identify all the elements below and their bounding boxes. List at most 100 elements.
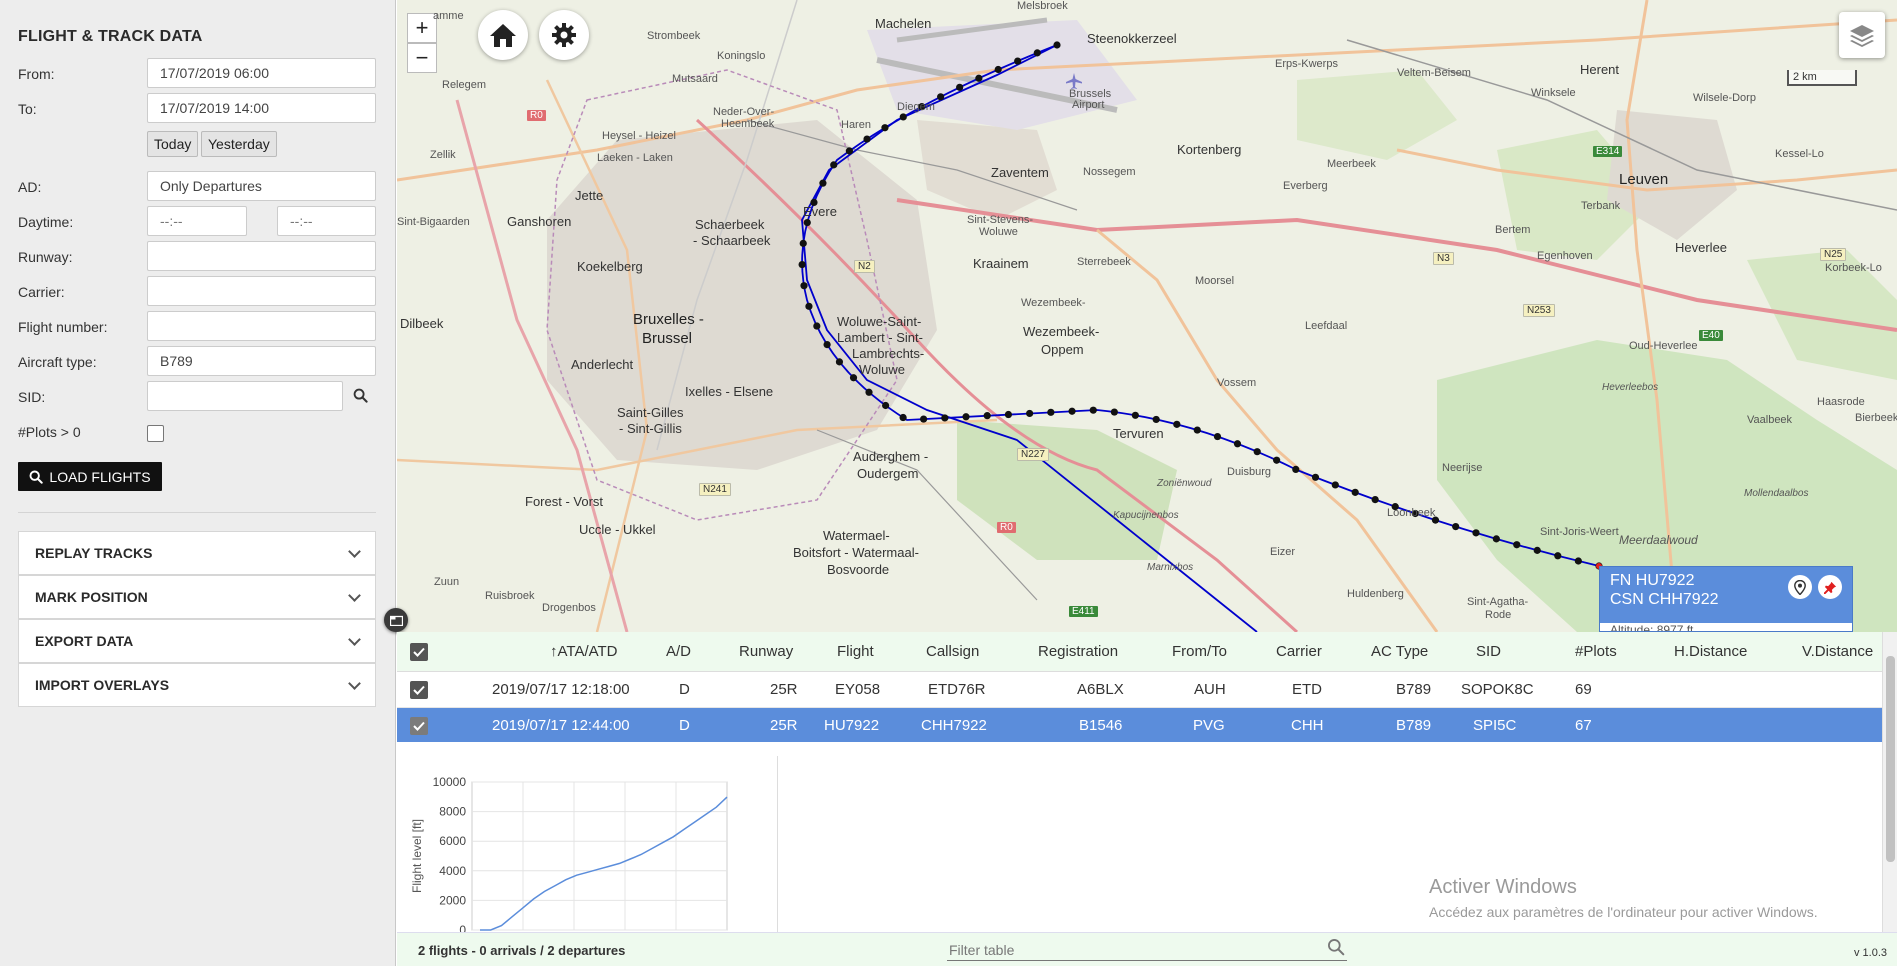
accordion-export-data[interactable]: EXPORT DATA [18, 619, 376, 663]
col-ac-type[interactable]: AC Type [1371, 632, 1428, 671]
col-h-distance[interactable]: H.Distance [1674, 632, 1747, 671]
track-plot-point[interactable] [865, 388, 873, 396]
from-input[interactable]: 17/07/2019 06:00 [147, 58, 376, 88]
track-plot-point[interactable] [881, 124, 889, 132]
load-flights-button[interactable]: LOAD FLIGHTS [18, 462, 162, 491]
col-registration[interactable]: Registration [1038, 632, 1118, 671]
track-plot-point[interactable] [956, 83, 964, 91]
search-icon[interactable] [1327, 938, 1345, 956]
track-plot-point[interactable] [1053, 41, 1061, 49]
track-plot-point[interactable] [798, 260, 806, 269]
accordion-replay-tracks[interactable]: REPLAY TRACKS [18, 531, 376, 575]
pin-button[interactable] [1818, 575, 1842, 599]
col-carrier[interactable]: Carrier [1276, 632, 1322, 671]
track-plot-point[interactable] [849, 374, 858, 382]
col-from-to[interactable]: From/To [1172, 632, 1227, 671]
track-plot-point[interactable] [863, 135, 871, 143]
track-plot-point[interactable] [1292, 465, 1300, 473]
track-plot-point[interactable] [1311, 473, 1320, 481]
track-plot-point[interactable] [1026, 409, 1034, 418]
col-plots[interactable]: #Plots [1575, 632, 1617, 671]
col-ad[interactable]: A/D [666, 632, 691, 671]
track-plot-point[interactable] [1014, 57, 1022, 65]
track-plot-point[interactable] [1371, 495, 1379, 504]
track-plot-point[interactable] [920, 415, 928, 423]
ad-select[interactable]: Only Departures [147, 171, 376, 201]
col-callsign[interactable]: Callsign [926, 632, 979, 671]
track-plot-point[interactable] [1452, 522, 1460, 531]
track-plot-point[interactable] [1089, 406, 1097, 414]
track-plot-point[interactable] [1492, 535, 1500, 543]
col-sid[interactable]: SID [1476, 632, 1501, 671]
track-plot-point[interactable] [1574, 557, 1582, 565]
track-plot-point[interactable] [813, 322, 821, 330]
track-plot-point[interactable] [1193, 426, 1201, 434]
track-plot-point[interactable] [830, 161, 838, 169]
track-plot-point[interactable] [975, 74, 983, 82]
track-plot-point[interactable] [941, 414, 949, 422]
scrollbar-thumb[interactable] [1886, 656, 1895, 862]
track-plot-point[interactable] [1110, 408, 1118, 416]
col-v-distance[interactable]: V.Distance [1802, 632, 1873, 671]
zoom-out-button[interactable]: − [407, 43, 437, 73]
filter-table-input[interactable]: Filter table [947, 939, 1347, 961]
track-plot-point[interactable] [1472, 529, 1480, 537]
layers-button[interactable] [1839, 12, 1885, 58]
track-plot-point[interactable] [1173, 420, 1181, 428]
track-plot-point[interactable] [1068, 407, 1076, 415]
track-plot-point[interactable] [1004, 410, 1013, 419]
yesterday-button[interactable]: Yesterday [201, 131, 277, 157]
track-plot-point[interactable] [1554, 552, 1562, 560]
today-button[interactable]: Today [147, 131, 199, 157]
track-plot-point[interactable] [1152, 415, 1160, 424]
table-row[interactable]: 2019/07/17 12:18:00 D 25R EY058 ETD76R A… [397, 672, 1882, 708]
col-flight[interactable]: Flight [837, 632, 874, 671]
home-button[interactable] [478, 10, 528, 60]
track-plot-point[interactable] [799, 239, 807, 247]
carrier-input[interactable] [147, 276, 376, 306]
track-plot-point[interactable] [899, 413, 907, 422]
track-plot-point[interactable] [835, 358, 844, 366]
collapse-panel-button[interactable] [384, 608, 408, 632]
track-plot-point[interactable] [819, 179, 827, 187]
track-plot-point[interactable] [845, 147, 854, 155]
track-plot-point[interactable] [1513, 541, 1521, 549]
plots-checkbox[interactable] [147, 425, 164, 442]
track-plot-point[interactable] [1351, 488, 1359, 496]
track-plot-point[interactable] [1273, 456, 1281, 464]
track-plot-point[interactable] [1033, 49, 1041, 57]
map-view[interactable]: + − 2 km amme Melsbroek Machelen Steenok… [397, 0, 1897, 632]
table-row-selected[interactable]: 2019/07/17 12:44:00 D 25R HU7922 CHH7922… [397, 708, 1882, 744]
col-runway[interactable]: Runway [739, 632, 793, 671]
accordion-import-overlays[interactable]: IMPORT OVERLAYS [18, 663, 376, 707]
aircraft-type-input[interactable]: B789 [147, 346, 376, 376]
track-plot-point[interactable] [1131, 411, 1139, 419]
track-plot-point[interactable] [899, 113, 907, 121]
sid-input[interactable] [147, 381, 343, 411]
flight-number-input[interactable] [147, 311, 376, 341]
track-plot-point[interactable] [1331, 481, 1339, 489]
row-checkbox[interactable] [410, 717, 428, 735]
track-plot-point[interactable] [1047, 408, 1055, 416]
track-plot-point[interactable] [800, 282, 808, 290]
settings-button[interactable] [539, 10, 589, 60]
track-plot-point[interactable] [803, 218, 811, 227]
search-icon[interactable] [353, 388, 368, 403]
select-all-checkbox[interactable] [410, 643, 428, 661]
to-input[interactable]: 17/07/2019 14:00 [147, 93, 376, 123]
track-plot-point[interactable] [1213, 432, 1222, 441]
runway-input[interactable] [147, 241, 376, 271]
track-plot-point[interactable] [805, 302, 813, 310]
track-plot-point[interactable] [994, 65, 1002, 74]
track-plot-point[interactable] [962, 413, 970, 421]
flight-popup[interactable]: FN HU7922 CSN CHH7922 Altitude: 8977 ft [1599, 566, 1853, 632]
track-plot-point[interactable] [823, 341, 831, 349]
track-plot-point[interactable] [882, 401, 890, 410]
locate-button[interactable] [1788, 575, 1812, 599]
row-checkbox[interactable] [410, 681, 428, 699]
col-ata-atd[interactable]: ↑ ATA/ATD [550, 632, 618, 671]
daytime-start-input[interactable]: --:-- [147, 206, 247, 236]
track-plot-point[interactable] [1233, 440, 1242, 448]
track-plot-point[interactable] [983, 412, 991, 420]
track-plot-point[interactable] [937, 93, 945, 101]
